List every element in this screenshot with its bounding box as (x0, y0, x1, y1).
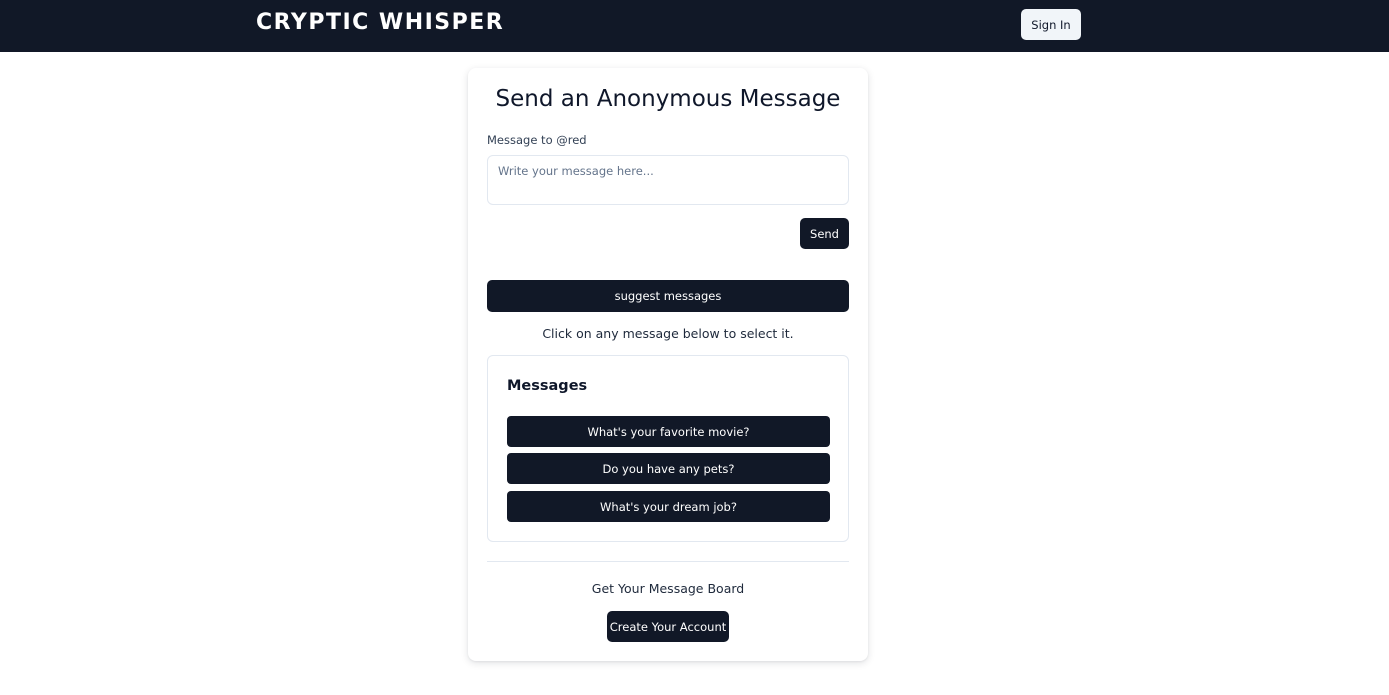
suggested-message[interactable]: Do you have any pets? (507, 453, 830, 484)
select-hint: Click on any message below to select it. (542, 326, 794, 341)
messages-heading: Messages (507, 378, 588, 394)
message-board-text: Get Your Message Board (591, 581, 745, 596)
send-button[interactable]: Send (800, 218, 849, 249)
suggested-message[interactable]: What's your favorite movie? (507, 416, 830, 447)
suggested-message[interactable]: What's your dream job? (507, 491, 830, 522)
suggest-messages-button[interactable]: suggest messages (487, 280, 849, 312)
sign-in-button[interactable]: Sign In (1021, 9, 1081, 40)
create-account-button[interactable]: Create Your Account (607, 611, 729, 642)
divider (487, 561, 849, 562)
send-message-card: Send an Anonymous Message Message to @re… (468, 68, 868, 661)
suggested-messages-panel: Messages What's your favorite movie? Do … (487, 355, 849, 542)
brand-logo[interactable]: CRYPTIC WHISPER (256, 10, 504, 36)
top-navbar: CRYPTIC WHISPER Sign In (0, 0, 1389, 52)
page-title: Send an Anonymous Message (495, 86, 841, 112)
message-input[interactable] (487, 155, 849, 205)
message-recipient-label: Message to @red (487, 133, 587, 147)
